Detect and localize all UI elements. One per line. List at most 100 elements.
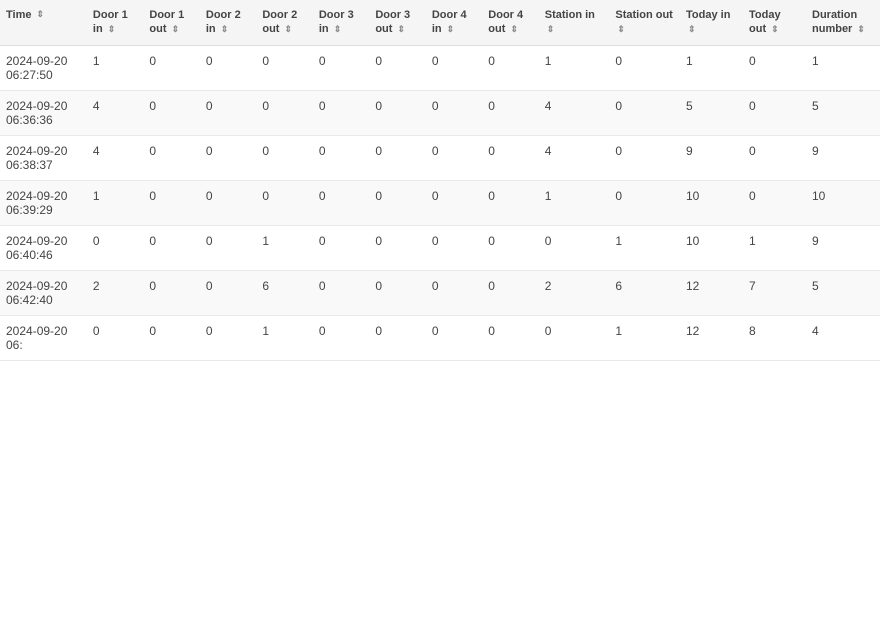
- sort-icon-time[interactable]: ⇕: [37, 9, 45, 21]
- sort-icon-door3in[interactable]: ⇕: [334, 24, 342, 36]
- cell-door1in: 0: [87, 315, 143, 360]
- col-header-door3in[interactable]: Door 3 in ⇕: [313, 0, 369, 45]
- sort-icon-door2out[interactable]: ⇕: [285, 24, 293, 36]
- col-header-duration[interactable]: Duration number ⇕: [806, 0, 880, 45]
- sort-icon-door4in[interactable]: ⇕: [447, 24, 455, 36]
- cell-door4in: 0: [426, 315, 482, 360]
- table-row: 2024-09-20 06:40:4600010000011019: [0, 225, 880, 270]
- cell-todayin: 9: [680, 135, 743, 180]
- cell-door1in: 1: [87, 180, 143, 225]
- cell-todayin: 1: [680, 45, 743, 90]
- cell-duration: 1: [806, 45, 880, 90]
- col-header-door4out[interactable]: Door 4 out ⇕: [482, 0, 538, 45]
- cell-stationout: 0: [609, 90, 680, 135]
- cell-door4out: 0: [482, 135, 538, 180]
- cell-door2out: 0: [256, 45, 312, 90]
- cell-todayin: 12: [680, 270, 743, 315]
- cell-todayout: 1: [743, 225, 806, 270]
- cell-door4out: 0: [482, 180, 538, 225]
- cell-door1out: 0: [143, 270, 199, 315]
- cell-door4in: 0: [426, 225, 482, 270]
- cell-door2out: 0: [256, 180, 312, 225]
- cell-stationin: 1: [539, 180, 610, 225]
- table-row: 2024-09-20 06:00010000011284: [0, 315, 880, 360]
- table-row: 2024-09-20 06:42:4020060000261275: [0, 270, 880, 315]
- cell-time: 2024-09-20 06:42:40: [0, 270, 87, 315]
- cell-door2out: 6: [256, 270, 312, 315]
- cell-door2out: 1: [256, 315, 312, 360]
- cell-duration: 9: [806, 225, 880, 270]
- sort-icon-duration[interactable]: ⇕: [857, 24, 865, 36]
- cell-door4out: 0: [482, 315, 538, 360]
- cell-door1out: 0: [143, 180, 199, 225]
- cell-door4out: 0: [482, 45, 538, 90]
- cell-todayout: 0: [743, 90, 806, 135]
- cell-time: 2024-09-20 06:40:46: [0, 225, 87, 270]
- sort-icon-door4out[interactable]: ⇕: [510, 24, 518, 36]
- col-header-door1out[interactable]: Door 1 out ⇕: [143, 0, 199, 45]
- cell-door3in: 0: [313, 270, 369, 315]
- cell-door3in: 0: [313, 135, 369, 180]
- cell-duration: 5: [806, 90, 880, 135]
- cell-time: 2024-09-20 06:39:29: [0, 180, 87, 225]
- col-header-door2in[interactable]: Door 2 in ⇕: [200, 0, 256, 45]
- cell-door1out: 0: [143, 225, 199, 270]
- cell-todayout: 0: [743, 45, 806, 90]
- cell-door1in: 4: [87, 90, 143, 135]
- cell-duration: 4: [806, 315, 880, 360]
- cell-door1in: 4: [87, 135, 143, 180]
- cell-door2in: 0: [200, 90, 256, 135]
- cell-door3out: 0: [369, 45, 425, 90]
- cell-door4in: 0: [426, 270, 482, 315]
- cell-door3out: 0: [369, 135, 425, 180]
- cell-door2in: 0: [200, 45, 256, 90]
- sort-icon-door2in[interactable]: ⇕: [221, 24, 229, 36]
- cell-door4out: 0: [482, 270, 538, 315]
- cell-door3out: 0: [369, 270, 425, 315]
- sort-icon-stationin[interactable]: ⇕: [547, 24, 555, 36]
- cell-todayout: 8: [743, 315, 806, 360]
- cell-todayin: 10: [680, 180, 743, 225]
- cell-stationin: 4: [539, 135, 610, 180]
- cell-duration: 5: [806, 270, 880, 315]
- cell-door1in: 1: [87, 45, 143, 90]
- col-header-todayout[interactable]: Today out ⇕: [743, 0, 806, 45]
- cell-door3in: 0: [313, 225, 369, 270]
- cell-door3in: 0: [313, 45, 369, 90]
- cell-door4in: 0: [426, 90, 482, 135]
- cell-door2in: 0: [200, 135, 256, 180]
- table-header-row: Time ⇕ Door 1 in ⇕ Door 1 out ⇕ Door 2 i…: [0, 0, 880, 45]
- cell-duration: 10: [806, 180, 880, 225]
- sort-icon-door1in[interactable]: ⇕: [108, 24, 116, 36]
- cell-door1out: 0: [143, 45, 199, 90]
- cell-door2out: 1: [256, 225, 312, 270]
- cell-door3out: 0: [369, 225, 425, 270]
- sort-icon-todayin[interactable]: ⇕: [688, 24, 696, 36]
- col-header-door4in[interactable]: Door 4 in ⇕: [426, 0, 482, 45]
- col-header-door1in[interactable]: Door 1 in ⇕: [87, 0, 143, 45]
- cell-duration: 9: [806, 135, 880, 180]
- col-header-door3out[interactable]: Door 3 out ⇕: [369, 0, 425, 45]
- sort-icon-stationout[interactable]: ⇕: [617, 24, 625, 36]
- cell-door2in: 0: [200, 225, 256, 270]
- col-header-todayin[interactable]: Today in ⇕: [680, 0, 743, 45]
- cell-door3in: 0: [313, 90, 369, 135]
- cell-todayin: 5: [680, 90, 743, 135]
- cell-door3in: 0: [313, 315, 369, 360]
- col-header-stationout[interactable]: Station out ⇕: [609, 0, 680, 45]
- cell-door4in: 0: [426, 45, 482, 90]
- sort-icon-todayout[interactable]: ⇕: [771, 24, 779, 36]
- cell-stationout: 6: [609, 270, 680, 315]
- col-header-time[interactable]: Time ⇕: [0, 0, 87, 45]
- cell-stationout: 1: [609, 315, 680, 360]
- sort-icon-door3out[interactable]: ⇕: [398, 24, 406, 36]
- sort-icon-door1out[interactable]: ⇕: [172, 24, 180, 36]
- cell-door3out: 0: [369, 90, 425, 135]
- data-table: Time ⇕ Door 1 in ⇕ Door 1 out ⇕ Door 2 i…: [0, 0, 880, 361]
- col-header-door2out[interactable]: Door 2 out ⇕: [256, 0, 312, 45]
- cell-stationin: 0: [539, 225, 610, 270]
- col-header-stationin[interactable]: Station in ⇕: [539, 0, 610, 45]
- cell-todayin: 12: [680, 315, 743, 360]
- cell-door1in: 2: [87, 270, 143, 315]
- cell-door3in: 0: [313, 180, 369, 225]
